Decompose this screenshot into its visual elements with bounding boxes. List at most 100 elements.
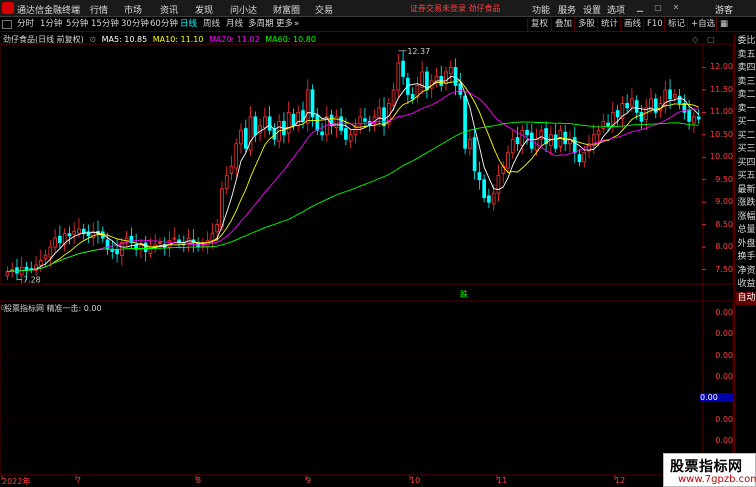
ma10-line — [7, 80, 699, 273]
indicator-tick-label: 0.00 — [715, 414, 733, 424]
candle-body — [53, 237, 57, 248]
date-tick-label: 12 — [615, 476, 626, 485]
candle-body — [630, 98, 634, 107]
candle-body — [77, 228, 81, 234]
candle-body — [253, 116, 258, 136]
candle-body — [491, 192, 496, 205]
quote-panel-item[interactable]: 买五 — [736, 170, 756, 183]
quote-panel-item[interactable]: 卖二 — [736, 89, 756, 102]
candle-body — [205, 239, 210, 248]
candle-body — [43, 254, 48, 260]
candle-body — [305, 89, 310, 124]
quote-panel-item[interactable]: 买三 — [736, 143, 756, 156]
price-tick-label: 11.00 — [710, 107, 733, 117]
quote-panel-item[interactable]: 买一 — [736, 116, 756, 129]
candle-body — [286, 111, 291, 134]
candle-body — [672, 93, 677, 98]
quote-panel-item[interactable]: 卖四 — [736, 62, 756, 75]
candle-body — [544, 128, 548, 145]
candle-body — [515, 137, 520, 145]
candle-body — [67, 233, 72, 237]
candle-body — [334, 116, 339, 129]
price-tick-label: 9.50 — [715, 174, 733, 184]
price-tick-label: 8.50 — [715, 219, 733, 229]
indicator-title: 股票指标网 精准一击: 0.00 — [4, 304, 102, 313]
candle-body — [158, 242, 162, 244]
quote-panel-item[interactable]: 买二 — [736, 130, 756, 143]
candle-body — [444, 71, 448, 85]
candle-body — [348, 134, 353, 142]
candle-body — [220, 188, 224, 227]
candle-body — [248, 116, 253, 151]
candle-body — [482, 179, 486, 199]
candle-body — [468, 138, 472, 149]
price-tick-label: 8.00 — [715, 242, 733, 252]
indicator-settings-icon[interactable]: ⊙ — [0, 303, 7, 312]
candle-body — [639, 111, 644, 122]
candle-body — [448, 67, 453, 75]
candle-body — [410, 93, 415, 100]
candle-body — [634, 100, 639, 113]
candle-body — [553, 134, 558, 149]
candle-body — [143, 242, 148, 252]
candle-body — [339, 116, 343, 131]
price-chart[interactable]: 12.37 7.28 — [0, 0, 734, 487]
quote-panel-item[interactable]: 卖三 — [736, 76, 756, 89]
candle-body — [210, 233, 215, 241]
quote-panel-item[interactable]: 卖五 — [736, 49, 756, 62]
indicator-tick-label: 0.00 — [715, 350, 733, 360]
quote-panel-item[interactable]: 收益 — [736, 278, 756, 291]
quote-panel-item[interactable]: 买四 — [736, 157, 756, 170]
candle-body — [596, 129, 601, 136]
candle-body — [696, 116, 701, 120]
price-tick-label: 10.00 — [710, 152, 733, 162]
quote-panel: 委比 卖五 卖四 卖三 卖二 卖一 买一 买二 买三 买四 买五 最新 涨跌 涨幅 总量 外盘 换手 净资 收益 自动 — [734, 34, 756, 487]
quote-panel-item[interactable]: 总量 — [736, 224, 756, 237]
quote-panel-item[interactable]: 最新 — [736, 184, 756, 197]
watermark-logo: 股票指标网 www.7gpzb.com — [663, 453, 756, 487]
candle-body — [229, 165, 234, 174]
price-tick-label: 7.50 — [715, 264, 733, 274]
quote-panel-item[interactable]: 换手 — [736, 251, 756, 264]
quote-panel-item[interactable]: 涨跌 — [736, 197, 756, 210]
quote-panel-item[interactable]: 委比 — [736, 35, 756, 48]
candle-body — [315, 114, 320, 131]
quote-panel-item[interactable]: 涨幅 — [736, 211, 756, 224]
candle-body — [463, 95, 467, 149]
quote-panel-item[interactable]: 外盘 — [736, 238, 756, 251]
candle-body — [105, 239, 110, 250]
indicator-tick-label: 0.00 — [715, 436, 733, 446]
indicator-tick-label: 0.00 — [715, 329, 733, 339]
quote-panel-item[interactable]: 自动 — [736, 291, 756, 305]
date-tick-label: 7 — [76, 476, 82, 485]
indicator-tick-label: 0.00 — [715, 308, 733, 317]
candle-body — [520, 129, 525, 146]
candle-body — [687, 110, 691, 122]
candle-body — [86, 231, 91, 237]
candle-body — [510, 138, 515, 154]
candle-body — [539, 129, 544, 140]
indicator-tick-label: 0.00 — [700, 393, 733, 403]
candle-body — [525, 129, 529, 136]
quote-panel-item[interactable]: 卖一 — [736, 103, 756, 116]
candle-body — [172, 237, 177, 240]
date-tick-label: 9 — [306, 476, 312, 485]
candle-body — [72, 230, 76, 235]
date-tick-label: 2022年 — [2, 477, 31, 486]
price-panel-frame — [0, 43, 734, 285]
candle-body — [572, 137, 577, 154]
candle-body — [396, 62, 401, 91]
candle-body — [458, 83, 463, 95]
date-tick-label: 11 — [497, 476, 508, 485]
candle-body — [382, 107, 386, 127]
candle-body — [668, 89, 672, 100]
candle-body — [582, 152, 587, 163]
quote-panel-item[interactable]: 净资 — [736, 265, 756, 278]
price-tick-label: 11.50 — [710, 84, 733, 94]
candle-body — [48, 246, 53, 258]
candle-body — [477, 172, 482, 181]
candle-body — [401, 60, 405, 77]
candle-body — [267, 116, 272, 131]
indicator-tick-label: 0.00 — [715, 372, 733, 382]
candle-body — [472, 137, 477, 172]
